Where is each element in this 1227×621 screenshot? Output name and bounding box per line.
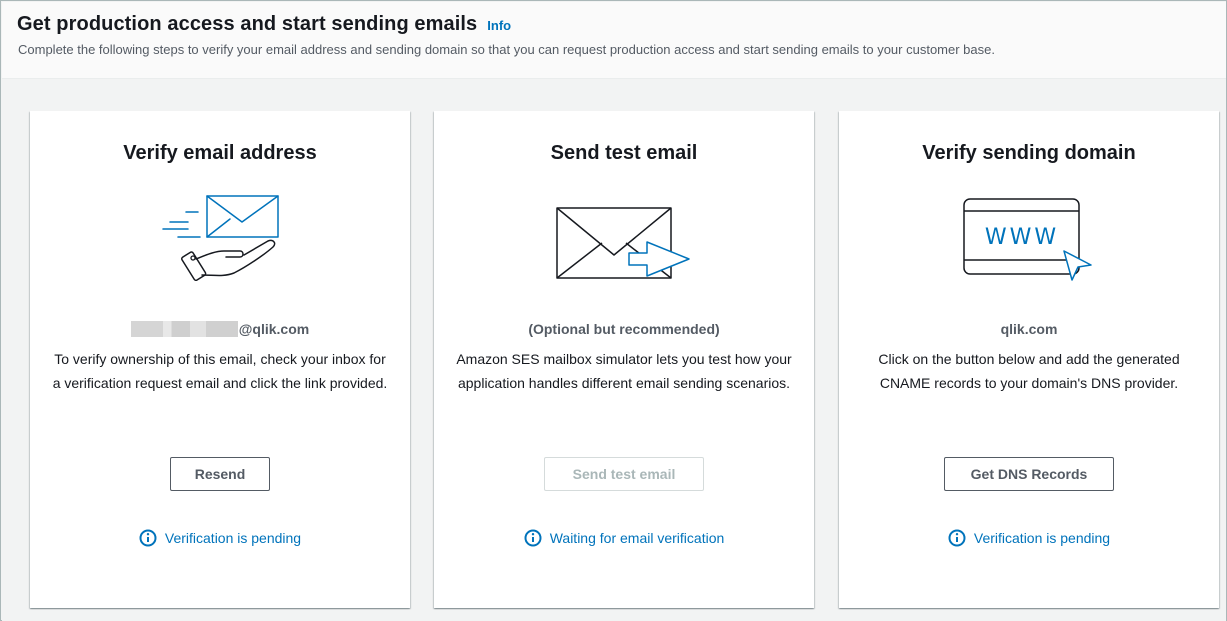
resend-button[interactable]: Resend xyxy=(170,457,270,491)
svg-text:WWW: WWW xyxy=(985,225,1059,250)
info-icon xyxy=(524,529,542,547)
app-frame: Get production access and start sending … xyxy=(0,0,1227,621)
info-link[interactable]: Info xyxy=(487,18,511,33)
envelope-arrow-icon xyxy=(554,205,694,286)
email-hand-icon xyxy=(160,195,280,292)
card-description: Amazon SES mailbox simulator lets you te… xyxy=(456,351,792,391)
status-verification-pending: Verification is pending xyxy=(30,529,410,547)
verify-email-card: Verify email address @qlik.com To verify… xyxy=(30,111,410,608)
domain-name: qlik.com xyxy=(1000,321,1058,337)
status-verification-pending: Verification is pending xyxy=(839,529,1219,547)
status-text: Waiting for email verification xyxy=(549,530,725,546)
card-subtitle: (Optional but recommended) xyxy=(528,321,720,337)
steps-container: Verify email address @qlik.com To verify… xyxy=(2,80,1226,621)
card-title: Verify email address xyxy=(123,142,317,164)
card-title: Send test email xyxy=(550,142,698,164)
card-title: Verify sending domain xyxy=(922,142,1136,164)
get-dns-records-button[interactable]: Get DNS Records xyxy=(944,457,1114,491)
info-icon xyxy=(139,529,157,547)
status-waiting-verification: Waiting for email verification xyxy=(434,529,814,547)
title-row: Get production access and start sending … xyxy=(17,13,511,36)
card-description: Click on the button below and add the ge… xyxy=(878,351,1180,391)
redacted-email-user xyxy=(130,321,238,337)
page-description: Complete the following steps to verify y… xyxy=(18,42,995,57)
email-address: @qlik.com xyxy=(30,321,410,337)
card-description: To verify ownership of this email, check… xyxy=(52,351,388,391)
status-text: Verification is pending xyxy=(164,530,302,546)
page-header: Get production access and start sending … xyxy=(2,2,1226,79)
verify-domain-card: Verify sending domain WWW qlik.com Click… xyxy=(839,111,1219,608)
info-icon xyxy=(948,529,966,547)
www-browser-icon: WWW xyxy=(962,197,1096,288)
status-text: Verification is pending xyxy=(973,530,1111,546)
page-title: Get production access and start sending … xyxy=(17,13,478,35)
send-test-email-card: Send test email (Optional but recommende… xyxy=(434,111,814,608)
send-test-email-button[interactable]: Send test email xyxy=(544,457,704,491)
